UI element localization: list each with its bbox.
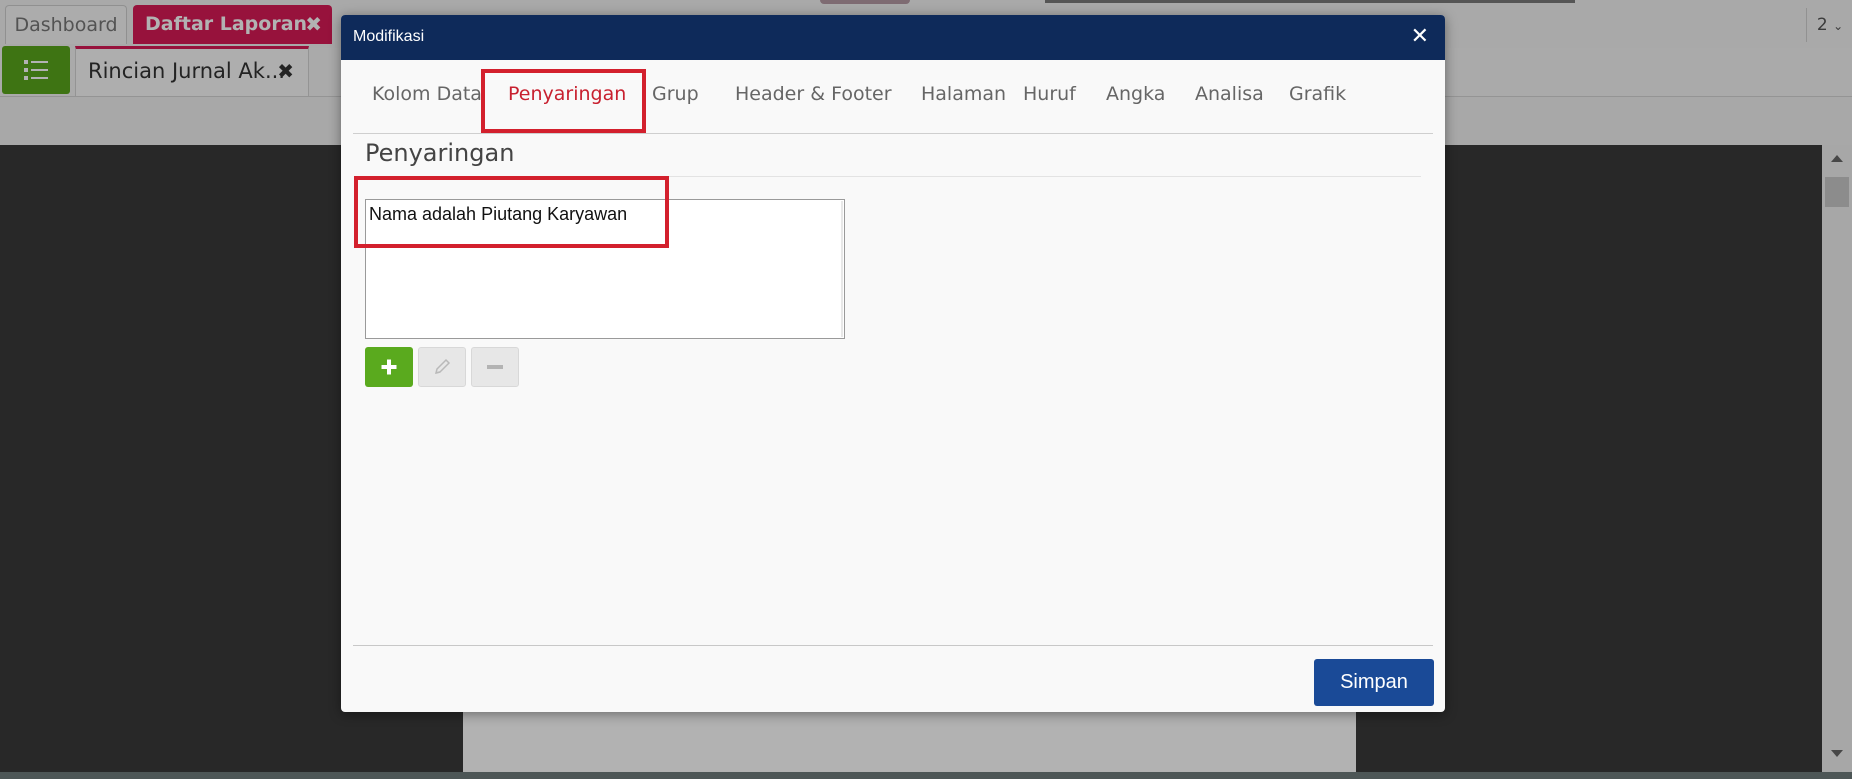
- add-filter-button[interactable]: [365, 347, 413, 387]
- tab-kolom-data[interactable]: Kolom Data: [372, 78, 482, 132]
- tab-header-footer[interactable]: Header & Footer: [735, 78, 892, 132]
- save-button[interactable]: Simpan: [1314, 659, 1434, 706]
- dialog-header: Modifikasi ✕: [341, 15, 1445, 60]
- tab-angka[interactable]: Angka: [1106, 78, 1165, 132]
- divider: [353, 645, 1433, 646]
- modify-dialog: Modifikasi ✕ Kolom Data Penyaringan Grup…: [341, 15, 1445, 712]
- tab-huruf[interactable]: Huruf: [1023, 78, 1076, 132]
- tab-grafik[interactable]: Grafik: [1289, 78, 1346, 132]
- plus-icon: [381, 359, 397, 375]
- remove-filter-button[interactable]: [471, 347, 519, 387]
- tab-penyaringan[interactable]: Penyaringan: [497, 78, 639, 132]
- section-title: Penyaringan: [365, 139, 515, 167]
- divider: [365, 176, 1421, 177]
- filter-list[interactable]: Nama adalah Piutang Karyawan: [365, 199, 845, 339]
- tab-halaman[interactable]: Halaman: [921, 78, 1006, 132]
- minus-icon: [487, 365, 503, 369]
- pencil-icon: [434, 358, 451, 375]
- tab-analisa[interactable]: Analisa: [1195, 78, 1264, 132]
- dialog-tabs: Kolom Data Penyaringan Grup Header & Foo…: [353, 78, 1433, 134]
- edit-filter-button[interactable]: [418, 347, 466, 387]
- close-icon[interactable]: ✕: [1411, 15, 1429, 58]
- dialog-title: Modifikasi: [353, 28, 425, 45]
- filter-item[interactable]: Nama adalah Piutang Karyawan: [369, 204, 627, 225]
- list-scrollbar: [841, 201, 843, 337]
- tab-grup[interactable]: Grup: [652, 78, 699, 132]
